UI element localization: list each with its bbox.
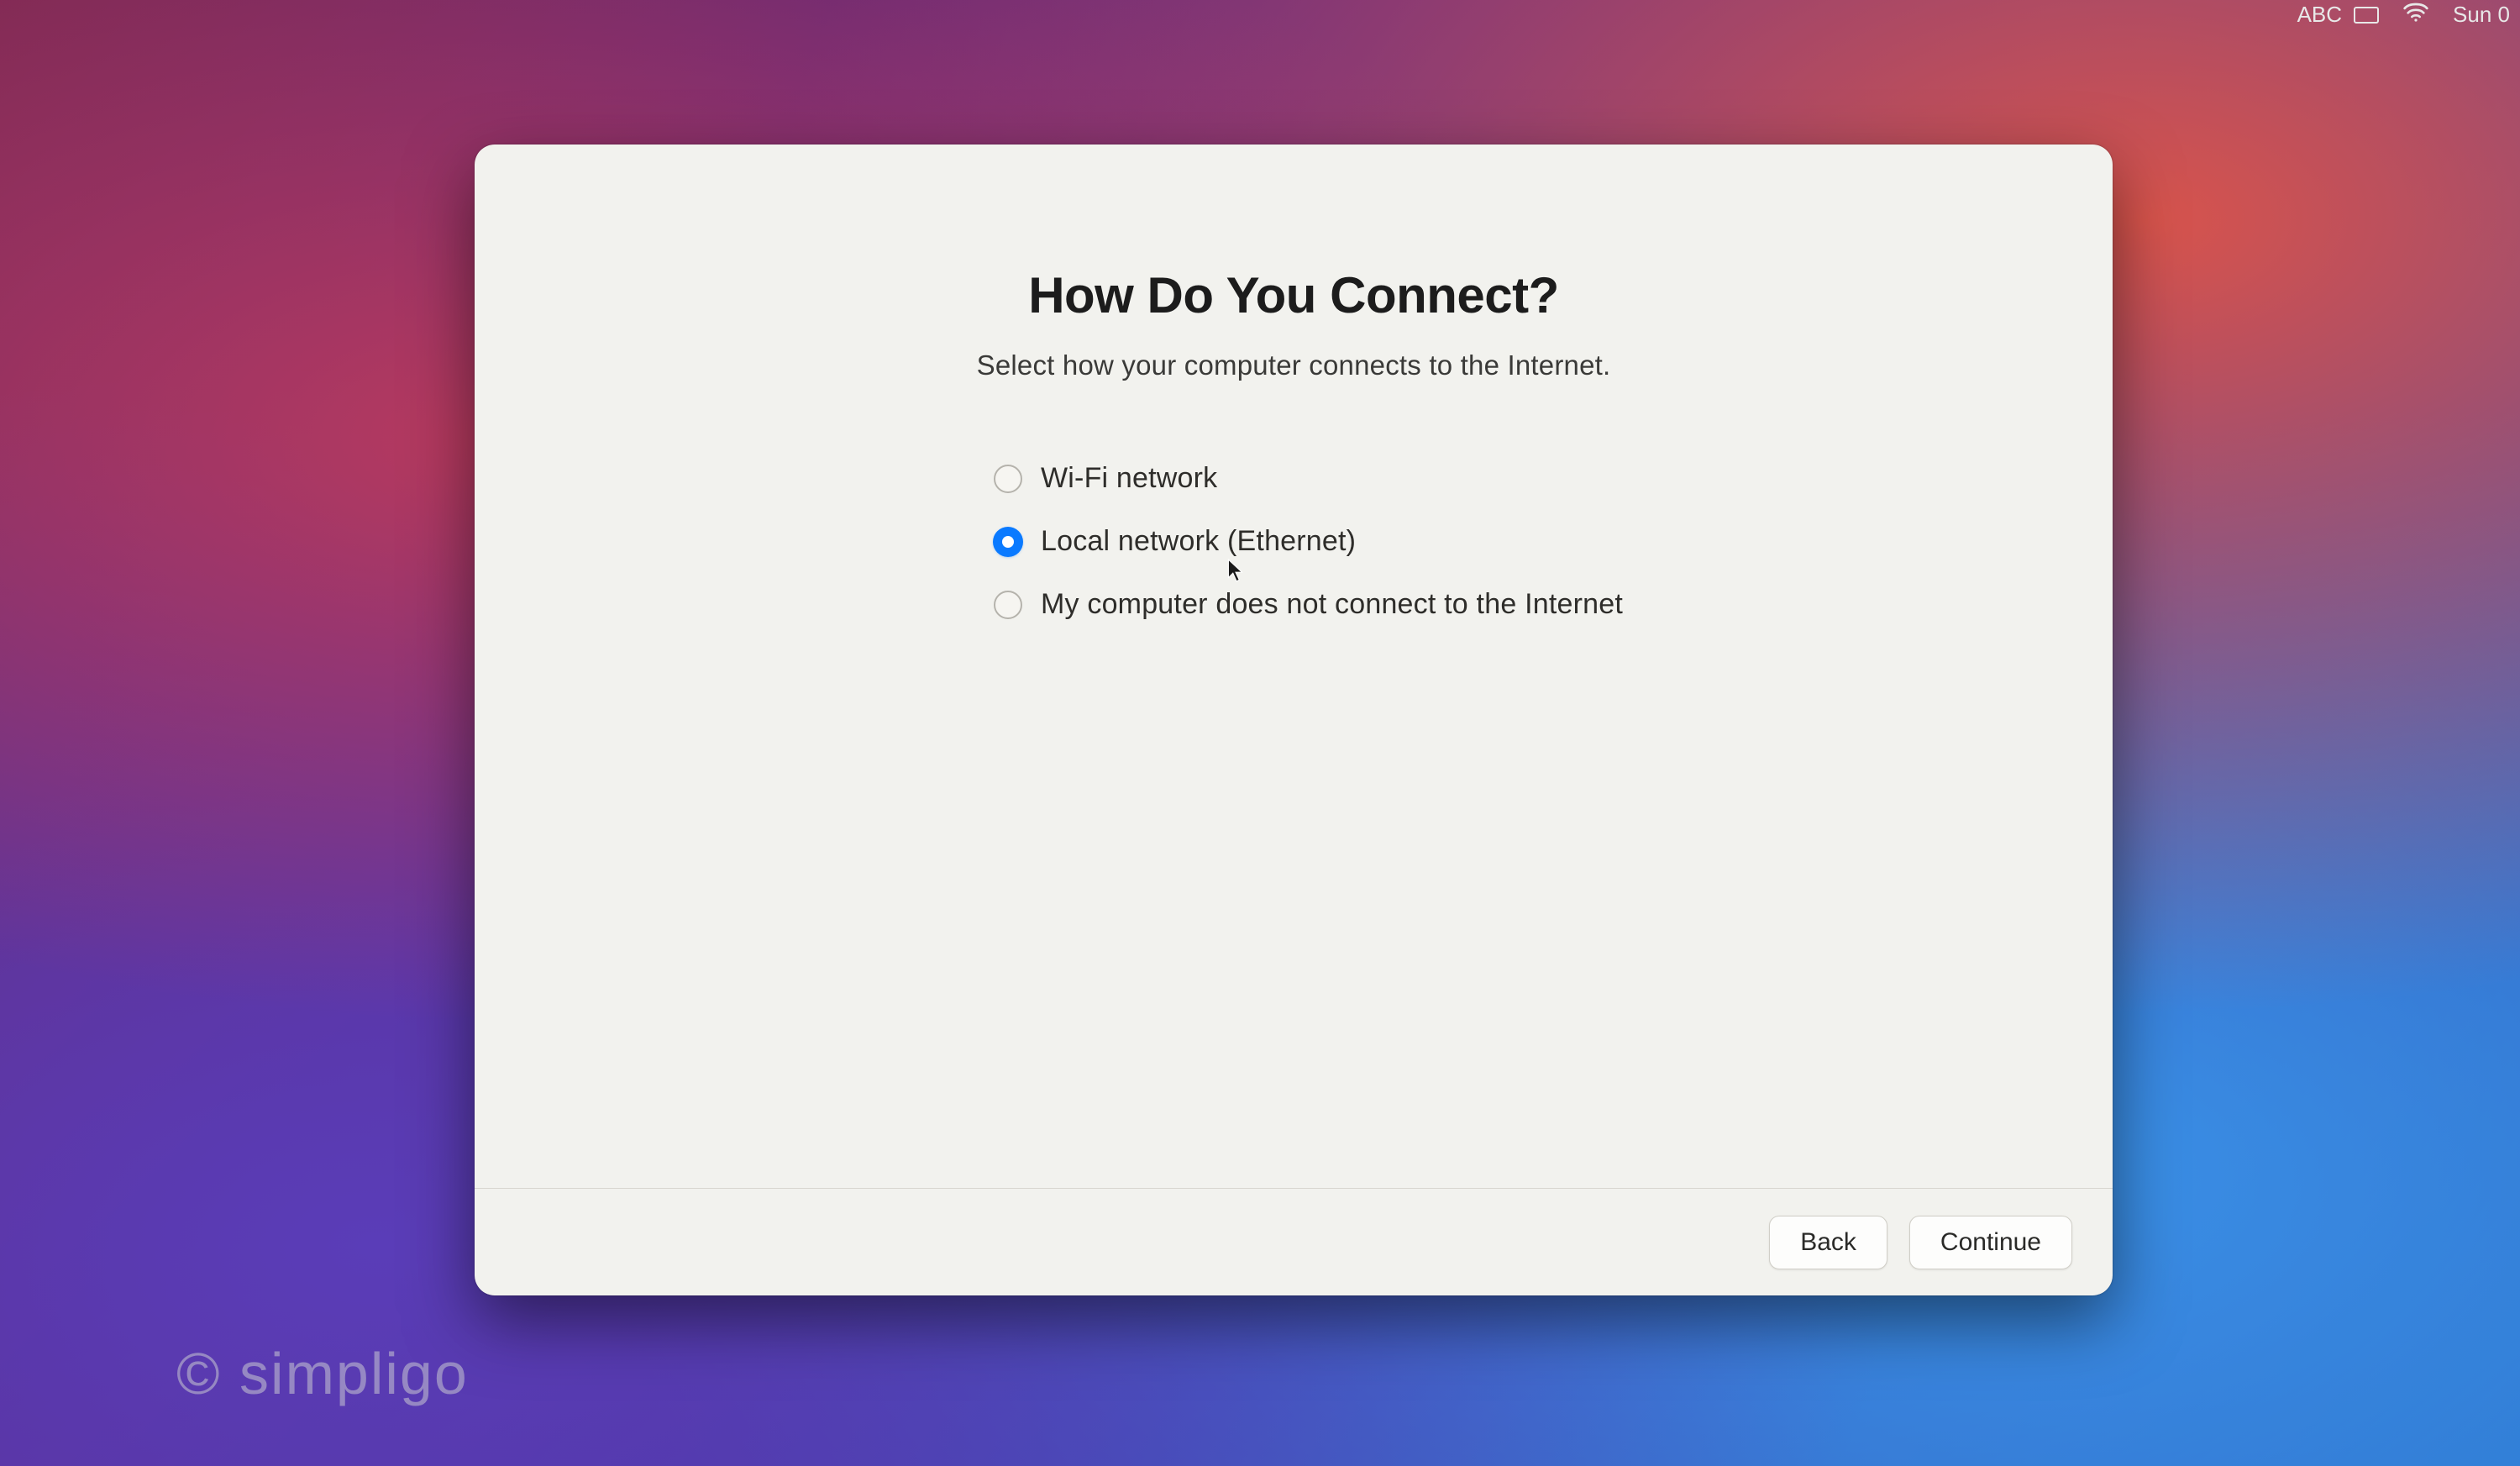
radio-option-ethernet[interactable]: Local network (Ethernet) (994, 525, 1623, 558)
dialog-content: How Do You Connect? Select how your comp… (475, 144, 2113, 1188)
input-source-indicator[interactable]: ABC (2297, 2, 2379, 28)
watermark: © simpligo (176, 1340, 469, 1407)
page-subtitle: Select how your computer connects to the… (977, 349, 1611, 381)
menubar: ABC Sun 0 (2297, 0, 2520, 37)
keyboard-icon (2354, 7, 2379, 24)
radio-label: Wi-Fi network (1041, 462, 1217, 495)
setup-dialog: How Do You Connect? Select how your comp… (475, 144, 2113, 1295)
connection-options: Wi-Fi network Local network (Ethernet) M… (542, 462, 1623, 621)
radio-label: Local network (Ethernet) (1041, 525, 1356, 558)
continue-button[interactable]: Continue (1909, 1216, 2072, 1269)
input-source-label: ABC (2297, 2, 2342, 28)
clock-label: Sun 0 (2453, 2, 2510, 28)
radio-indicator (994, 528, 1022, 556)
radio-indicator (994, 591, 1022, 619)
radio-option-wifi[interactable]: Wi-Fi network (994, 462, 1623, 495)
page-title: How Do You Connect? (1028, 266, 1559, 324)
radio-label: My computer does not connect to the Inte… (1041, 588, 1623, 621)
radio-option-no-internet[interactable]: My computer does not connect to the Inte… (994, 588, 1623, 621)
dialog-footer: Back Continue (475, 1188, 2113, 1295)
clock[interactable]: Sun 0 (2453, 2, 2510, 28)
back-button[interactable]: Back (1769, 1216, 1887, 1269)
wifi-icon[interactable] (2402, 2, 2429, 22)
radio-indicator (994, 465, 1022, 493)
